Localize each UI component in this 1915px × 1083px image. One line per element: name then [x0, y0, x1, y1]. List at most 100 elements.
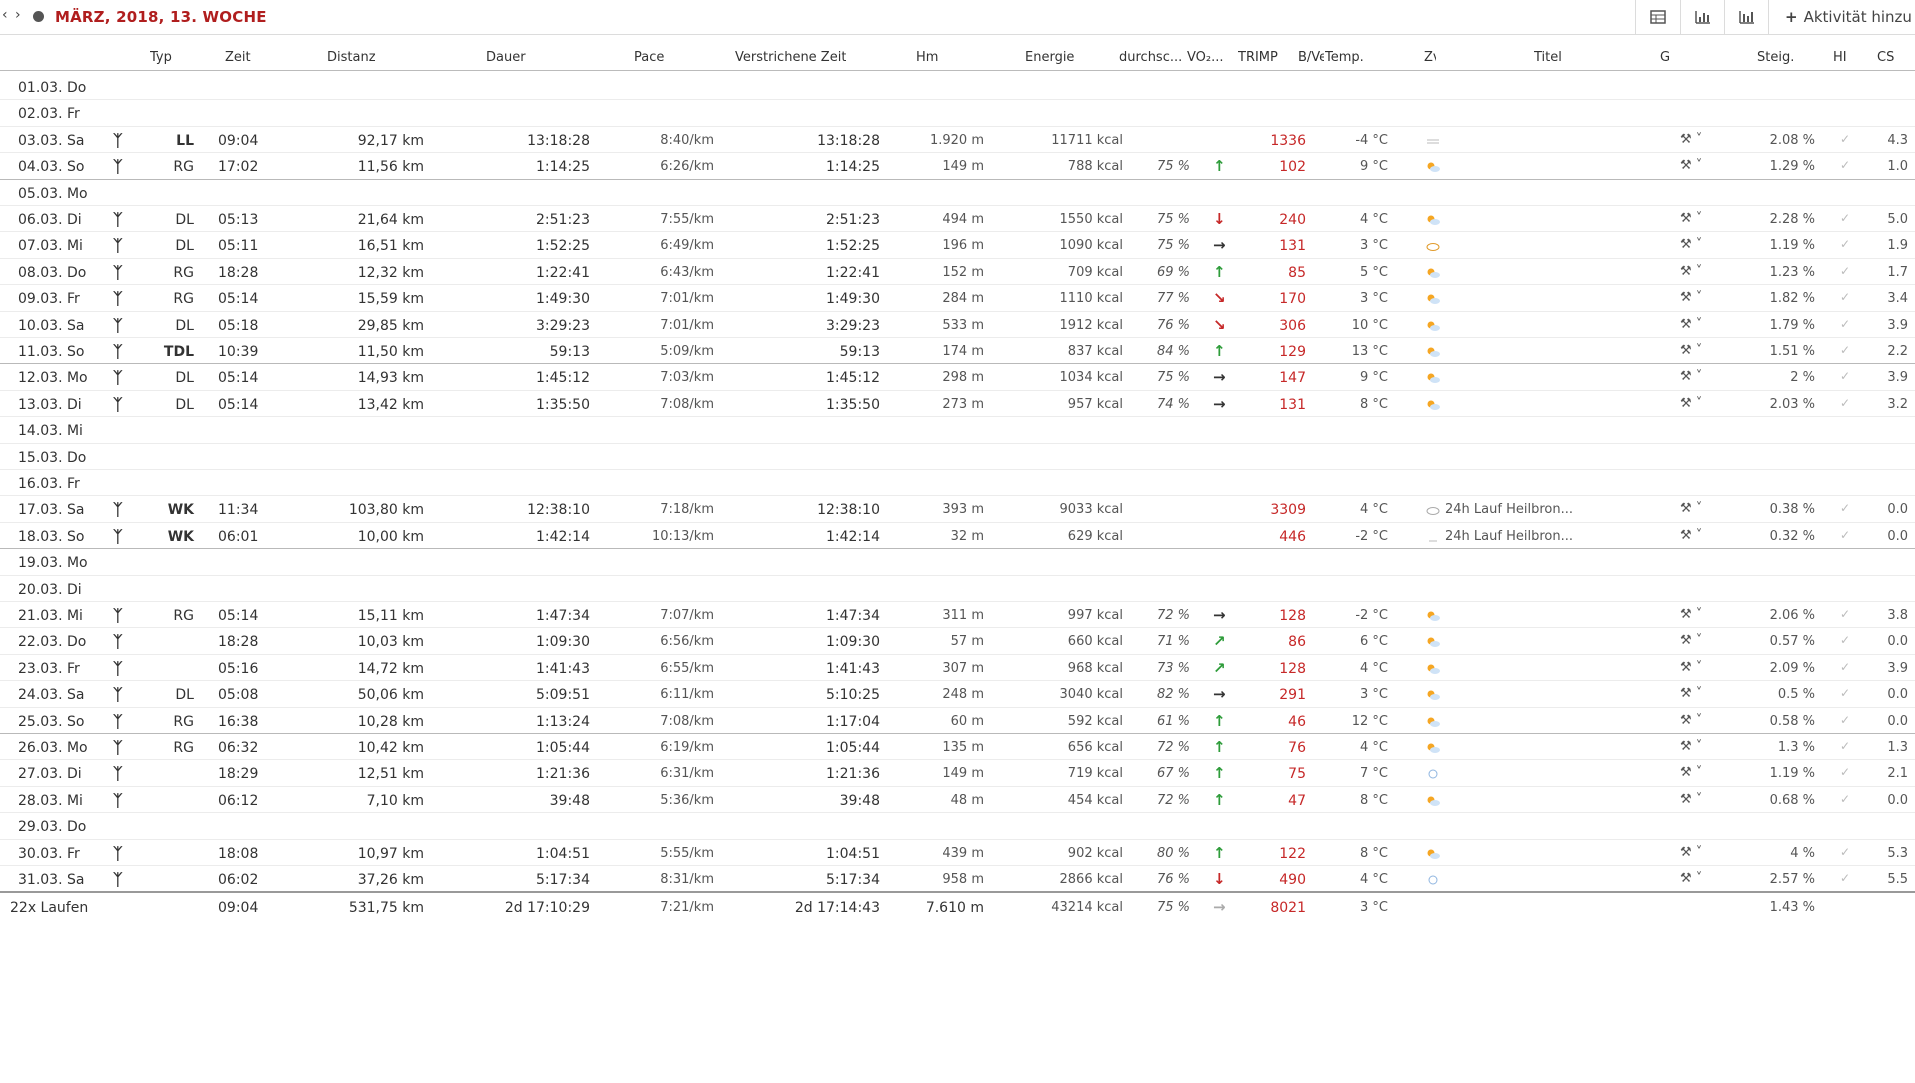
tools-dropdown-icon[interactable]: ⚒ ˅: [1680, 739, 1702, 754]
tools-dropdown-icon[interactable]: ⚒ ˅: [1680, 396, 1702, 411]
col-energie[interactable]: Energie: [1025, 50, 1074, 65]
add-activity-button[interactable]: + Aktivität hinzu: [1768, 0, 1915, 34]
col-vo2[interactable]: VO₂...: [1187, 50, 1224, 65]
col-bv[interactable]: B/Ve: [1298, 50, 1324, 65]
current-week-dot-icon[interactable]: [33, 11, 44, 22]
col-durchschnitt[interactable]: durchsc...: [1119, 50, 1181, 65]
table-row[interactable]: 11.03. So ᛉ TDL 10:39 11,50 km 59:13 5:09/km 59…: [0, 337, 1915, 365]
distance-cell: 11,50 km: [357, 344, 424, 360]
table-row[interactable]: 19.03. Mo: [0, 548, 1915, 576]
stats-view-button[interactable]: [1724, 0, 1769, 34]
col-steig[interactable]: Steig.: [1757, 50, 1794, 65]
table-row[interactable]: 23.03. Fr ᛉ 05:16 14,72 km 1:41:43 6:55/km 1:4…: [0, 654, 1915, 682]
pace-cell: 7:18/km: [660, 502, 714, 518]
tools-dropdown-icon[interactable]: ⚒ ˅: [1680, 713, 1702, 728]
tools-dropdown-icon[interactable]: ⚒ ˅: [1680, 765, 1702, 780]
pace-cell: 8:31/km: [660, 872, 714, 887]
table-row[interactable]: 24.03. Sa ᛉ DL 05:08 50,06 km 5:09:51 6:11/km 5…: [0, 680, 1915, 708]
next-week-icon[interactable]: ›: [15, 7, 21, 23]
tools-dropdown-icon[interactable]: ⚒ ˅: [1680, 845, 1702, 860]
chart-view-button[interactable]: [1680, 0, 1725, 34]
duration-cell: 1:42:14: [536, 528, 590, 545]
table-row[interactable]: 04.03. So ᛉ RG 17:02 11,56 km 1:14:25 6:26/km 1…: [0, 152, 1915, 180]
tools-dropdown-icon[interactable]: ⚒ ˅: [1680, 792, 1702, 807]
col-verstrichene-zeit[interactable]: Verstrichene Zeit: [735, 50, 846, 65]
table-row[interactable]: 05.03. Mo: [0, 179, 1915, 206]
date-cell: 04.03. So: [18, 159, 85, 176]
col-distanz[interactable]: Distanz: [327, 50, 376, 65]
col-cs[interactable]: CS: [1877, 50, 1894, 65]
col-typ[interactable]: Typ: [150, 50, 172, 65]
table-row[interactable]: 13.03. Di ᛉ DL 05:14 13,42 km 1:35:50 7:08/km 1…: [0, 390, 1915, 418]
type-cell: DL: [175, 370, 194, 387]
table-row[interactable]: 25.03. So ᛉ RG 16:38 10,28 km 1:13:24 7:08/km 1…: [0, 707, 1915, 734]
col-zeit[interactable]: Zeit: [225, 50, 251, 65]
temperature-cell: -2 °C: [1355, 528, 1388, 544]
col-hi[interactable]: HI: [1833, 50, 1847, 65]
tools-dropdown-icon[interactable]: ⚒ ˅: [1680, 660, 1702, 675]
table-view-button[interactable]: [1635, 0, 1680, 34]
col-temp[interactable]: Temp.: [1325, 50, 1364, 65]
temperature-cell: 4 °C: [1360, 502, 1388, 518]
col-pace[interactable]: Pace: [634, 50, 664, 65]
tools-dropdown-icon[interactable]: ⚒ ˅: [1680, 501, 1702, 516]
col-titel[interactable]: Titel: [1534, 50, 1562, 65]
table-row[interactable]: 07.03. Mi ᛉ DL 05:11 16,51 km 1:52:25 6:49/km 1…: [0, 231, 1915, 259]
tools-dropdown-icon[interactable]: ⚒ ˅: [1680, 264, 1702, 279]
tools-dropdown-icon[interactable]: ⚒ ˅: [1680, 158, 1702, 173]
table-row[interactable]: 31.03. Sa ᛉ 06:02 37,26 km 5:17:34 8:31/km 5:1…: [0, 865, 1915, 893]
type-cell: DL: [175, 212, 194, 228]
table-row[interactable]: 01.03. Do: [0, 73, 1915, 101]
col-zv[interactable]: Zv: [1424, 50, 1436, 65]
check-icon: ✓: [1840, 765, 1851, 780]
table-row[interactable]: 02.03. Fr: [0, 99, 1915, 127]
table-row[interactable]: 18.03. So ᛉ WK 06:01 10,00 km 1:42:14 10:13/km…: [0, 522, 1915, 550]
prev-week-icon[interactable]: ‹: [2, 7, 8, 23]
tools-dropdown-icon[interactable]: ⚒ ˅: [1680, 317, 1702, 332]
elevation-cell: 533 m: [942, 317, 984, 333]
tools-dropdown-icon[interactable]: ⚒ ˅: [1680, 369, 1702, 384]
table-row[interactable]: 09.03. Fr ᛉ RG 05:14 15,59 km 1:49:30 7:01/km 1…: [0, 284, 1915, 312]
tools-dropdown-icon[interactable]: ⚒ ˅: [1680, 343, 1702, 358]
temperature-cell: -2 °C: [1355, 608, 1388, 623]
energy-cell: 709 kcal: [1067, 264, 1123, 280]
tools-dropdown-icon[interactable]: ⚒ ˅: [1680, 607, 1702, 622]
tools-dropdown-icon[interactable]: ⚒ ˅: [1680, 871, 1702, 886]
table-row[interactable]: 26.03. Mo ᛉ RG 06:32 10,42 km 1:05:44 6:19/km 1…: [0, 733, 1915, 761]
tools-dropdown-icon[interactable]: ⚒ ˅: [1680, 528, 1702, 543]
table-row[interactable]: 22.03. Do ᛉ 18:28 10,03 km 1:09:30 6:56/km 1:0…: [0, 627, 1915, 655]
table-row[interactable]: 12.03. Mo ᛉ DL 05:14 14,93 km 1:45:12 7:03/km 1…: [0, 363, 1915, 391]
partly-sunny-icon: [1427, 796, 1440, 806]
tools-dropdown-icon[interactable]: ⚒ ˅: [1680, 237, 1702, 252]
table-row[interactable]: 21.03. Mi ᛉ RG 05:14 15,11 km 1:47:34 7:07/km 1…: [0, 601, 1915, 629]
avg-percent-cell: 69 %: [1156, 264, 1190, 280]
date-cell: 10.03. Sa: [18, 317, 85, 334]
table-row[interactable]: 08.03. Do ᛉ RG 18:28 12,32 km 1:22:41 6:43/km 1…: [0, 258, 1915, 286]
summary-time-cell: 09:04: [218, 900, 259, 917]
table-row[interactable]: 06.03. Di ᛉ DL 05:13 21,64 km 2:51:23 7:55/km 2…: [0, 205, 1915, 233]
tools-dropdown-icon[interactable]: ⚒ ˅: [1680, 211, 1702, 226]
tools-dropdown-icon[interactable]: ⚒ ˅: [1680, 132, 1702, 147]
table-row[interactable]: 16.03. Fr: [0, 469, 1915, 497]
table-row[interactable]: 29.03. Do: [0, 812, 1915, 840]
table-row[interactable]: 28.03. Mi ᛉ 06:12 7,10 km 39:48 5:36/km 39:48 4…: [0, 786, 1915, 814]
elapsed-cell: 1:14:25: [826, 159, 880, 176]
table-row[interactable]: 17.03. Sa ᛉ WK 11:34 103,80 km 12:38:10 7:18/k…: [0, 495, 1915, 523]
table-row[interactable]: 27.03. Di ᛉ 18:29 12,51 km 1:21:36 6:31/km 1:2…: [0, 759, 1915, 787]
col-g[interactable]: G: [1660, 50, 1672, 65]
table-row[interactable]: 15.03. Do: [0, 443, 1915, 470]
check-icon: ✓: [1840, 607, 1851, 621]
type-cell: DL: [175, 396, 194, 413]
tools-dropdown-icon[interactable]: ⚒ ˅: [1680, 686, 1702, 701]
elapsed-cell: 5:17:34: [826, 872, 880, 888]
table-row[interactable]: 14.03. Mi: [0, 416, 1915, 444]
table-row[interactable]: 10.03. Sa ᛉ DL 05:18 29,85 km 3:29:23 7:01/km 3…: [0, 311, 1915, 338]
table-row[interactable]: 30.03. Fr ᛉ 18:08 10,97 km 1:04:51 5:55/km 1:0…: [0, 839, 1915, 866]
tools-dropdown-icon[interactable]: ⚒ ˅: [1680, 633, 1702, 648]
col-hm[interactable]: Hm: [916, 50, 938, 65]
table-row[interactable]: 20.03. Di: [0, 575, 1915, 602]
table-row[interactable]: 03.03. Sa ᛉ LL 09:04 92,17 km 13:18:28 8:40/km…: [0, 126, 1915, 154]
tools-dropdown-icon[interactable]: ⚒ ˅: [1680, 290, 1702, 305]
col-dauer[interactable]: Dauer: [486, 50, 526, 65]
col-trimp[interactable]: TRIMP: [1238, 50, 1278, 65]
